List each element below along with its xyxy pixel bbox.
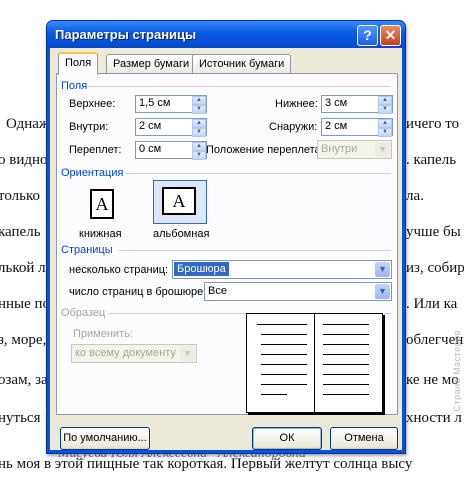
sheets-per-booklet-select[interactable]: Все ▼ — [204, 282, 392, 301]
bottom-margin-label: Нижнее: — [275, 98, 318, 110]
doc-line-left: о видно — [0, 152, 48, 168]
multiple-pages-label: несколько страниц: — [69, 264, 169, 276]
chevron-down-icon: ▼ — [375, 284, 390, 299]
watermark: Страна Мастеров — [452, 330, 462, 412]
doc-line-right: . Или ка — [406, 296, 458, 312]
dialog-title: Параметры страницы — [55, 27, 197, 42]
outside-margin-spinner[interactable]: 2 см ▲ ▼ — [321, 118, 393, 137]
title-bar[interactable]: Параметры страницы ? ✕ — [47, 21, 405, 48]
doc-line-left: капель — [0, 224, 41, 240]
outside-margin-label: Снаружи: — [269, 121, 318, 133]
gutter-value: 0 см — [139, 143, 162, 155]
spin-up-icon[interactable]: ▲ — [378, 96, 392, 105]
doc-line-right: ичего то — [406, 116, 460, 132]
multiple-pages-select[interactable]: Брошюра ▼ — [172, 260, 392, 279]
spin-down-icon[interactable]: ▼ — [192, 105, 206, 114]
doc-line-left: лькой л — [0, 260, 46, 276]
top-margin-label: Верхнее: — [69, 98, 116, 110]
dialog-client-area: Поля Размер бумаги Источник бумаги Поля … — [50, 48, 402, 450]
spin-up-icon[interactable]: ▲ — [192, 142, 206, 151]
outside-margin-value: 2 см — [325, 120, 348, 132]
landscape-option[interactable]: A — [153, 180, 207, 224]
pages-group-label: Страницы — [61, 244, 113, 256]
spin-down-icon[interactable]: ▼ — [192, 128, 206, 137]
bottom-margin-spinner[interactable]: 3 см ▲ ▼ — [321, 95, 393, 114]
doc-line-left: озам, за — [0, 372, 48, 388]
cancel-button[interactable]: Отмена — [330, 427, 398, 450]
doc-line-right: хности л — [406, 410, 462, 426]
doc-line-left: з, море, — [0, 332, 47, 348]
landscape-label: альбомная — [153, 228, 210, 240]
bottom-margin-value: 3 см — [325, 97, 348, 109]
gutter-spinner[interactable]: 0 см ▲ ▼ — [135, 141, 207, 160]
ok-button[interactable]: ОК — [252, 427, 322, 450]
gutter-position-value: Внутри — [321, 143, 358, 155]
orientation-group-label: Ориентация — [61, 167, 124, 179]
preview-group-label: Образец — [61, 307, 106, 319]
sheets-per-booklet-label: число страниц в брошюре: — [69, 286, 207, 298]
tab-paper-size[interactable]: Размер бумаги — [106, 54, 197, 73]
multiple-pages-value: Брошюра — [174, 262, 229, 276]
landscape-page-icon: A — [162, 187, 196, 215]
portrait-label: книжная — [79, 228, 122, 240]
apply-to-label: Применить: — [73, 328, 133, 340]
tab-margins[interactable]: Поля — [58, 52, 99, 75]
chevron-down-icon: ▼ — [180, 346, 195, 361]
tab-paper-source[interactable]: Источник бумаги — [192, 54, 292, 73]
doc-line-left: нуться — [0, 410, 41, 426]
chevron-down-icon: ▼ — [375, 262, 390, 277]
spin-down-icon[interactable]: ▼ — [378, 128, 392, 137]
doc-line-left: Однаж — [6, 116, 50, 132]
inside-margin-label: Внутри: — [69, 121, 109, 133]
preview-spine — [314, 314, 315, 412]
apply-to-value: ко всему документу — [75, 347, 176, 359]
doc-line-right: из, собир — [406, 260, 464, 276]
apply-to-select[interactable]: ко всему документу ▼ — [71, 344, 197, 363]
spin-down-icon[interactable]: ▼ — [192, 151, 206, 160]
help-button[interactable]: ? — [357, 25, 378, 46]
page-setup-dialog: Параметры страницы ? ✕ Поля Размер бумаг… — [46, 20, 406, 454]
gutter-position-label: Положение переплета: — [206, 144, 324, 156]
gutter-label: Переплет: — [69, 144, 122, 156]
top-margin-spinner[interactable]: 1,5 см ▲ ▼ — [135, 95, 207, 114]
margins-group-label: Поля — [61, 80, 88, 92]
doc-line-right: ке не мо — [406, 372, 459, 388]
group-divider — [87, 86, 391, 87]
top-margin-value: 1,5 см — [139, 97, 171, 109]
doc-line-left: нные по — [0, 296, 51, 312]
spin-up-icon[interactable]: ▲ — [192, 96, 206, 105]
doc-line-left: только — [0, 188, 41, 204]
sheets-per-booklet-value: Все — [208, 285, 227, 297]
spin-up-icon[interactable]: ▲ — [192, 119, 206, 128]
close-button[interactable]: ✕ — [380, 25, 401, 46]
doc-line-right: учше бы — [406, 224, 461, 240]
spin-up-icon[interactable]: ▲ — [378, 119, 392, 128]
doc-line-right: ла. — [406, 188, 424, 204]
booklet-preview — [246, 313, 383, 413]
inside-margin-value: 2 см — [139, 120, 162, 132]
group-divider — [125, 173, 391, 174]
chevron-down-icon: ▼ — [375, 142, 390, 157]
default-button[interactable]: По умолчанию... — [60, 427, 150, 450]
spin-down-icon[interactable]: ▼ — [378, 105, 392, 114]
group-divider — [119, 250, 391, 251]
inside-margin-spinner[interactable]: 2 см ▲ ▼ — [135, 118, 207, 137]
portrait-option[interactable]: A — [77, 184, 127, 232]
doc-line-right: . капель — [406, 152, 457, 168]
portrait-page-icon: A — [90, 189, 114, 219]
gutter-position-select[interactable]: Внутри ▼ — [317, 140, 392, 159]
